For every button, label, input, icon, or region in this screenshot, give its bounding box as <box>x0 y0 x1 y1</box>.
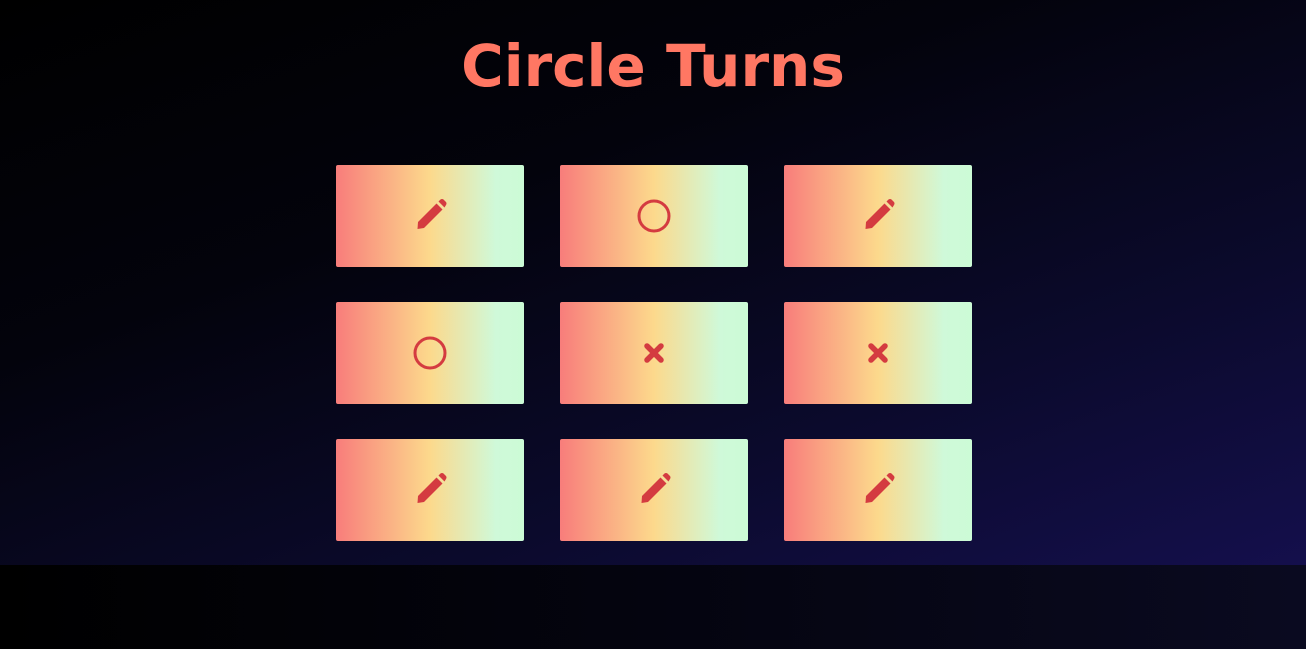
board-cell[interactable] <box>784 302 972 404</box>
circle-icon <box>637 199 671 233</box>
pencil-icon <box>417 199 447 229</box>
pencil-icon <box>417 473 447 503</box>
pencil-icon <box>865 473 895 503</box>
game-container: Circle Turns <box>0 0 1306 565</box>
board-cell[interactable] <box>336 302 524 404</box>
game-board <box>336 165 972 541</box>
board-cell[interactable] <box>784 439 972 541</box>
pencil-icon <box>865 199 895 229</box>
board-cell[interactable] <box>336 165 524 267</box>
pencil-icon <box>641 473 671 503</box>
board-cell[interactable] <box>560 439 748 541</box>
board-cell[interactable] <box>560 165 748 267</box>
page-title: Circle Turns <box>461 32 845 100</box>
footer-band <box>0 565 1306 649</box>
x-icon <box>868 343 888 363</box>
board-cell[interactable] <box>784 165 972 267</box>
circle-icon <box>413 336 447 370</box>
board-cell[interactable] <box>560 302 748 404</box>
board-cell[interactable] <box>336 439 524 541</box>
x-icon <box>644 343 664 363</box>
